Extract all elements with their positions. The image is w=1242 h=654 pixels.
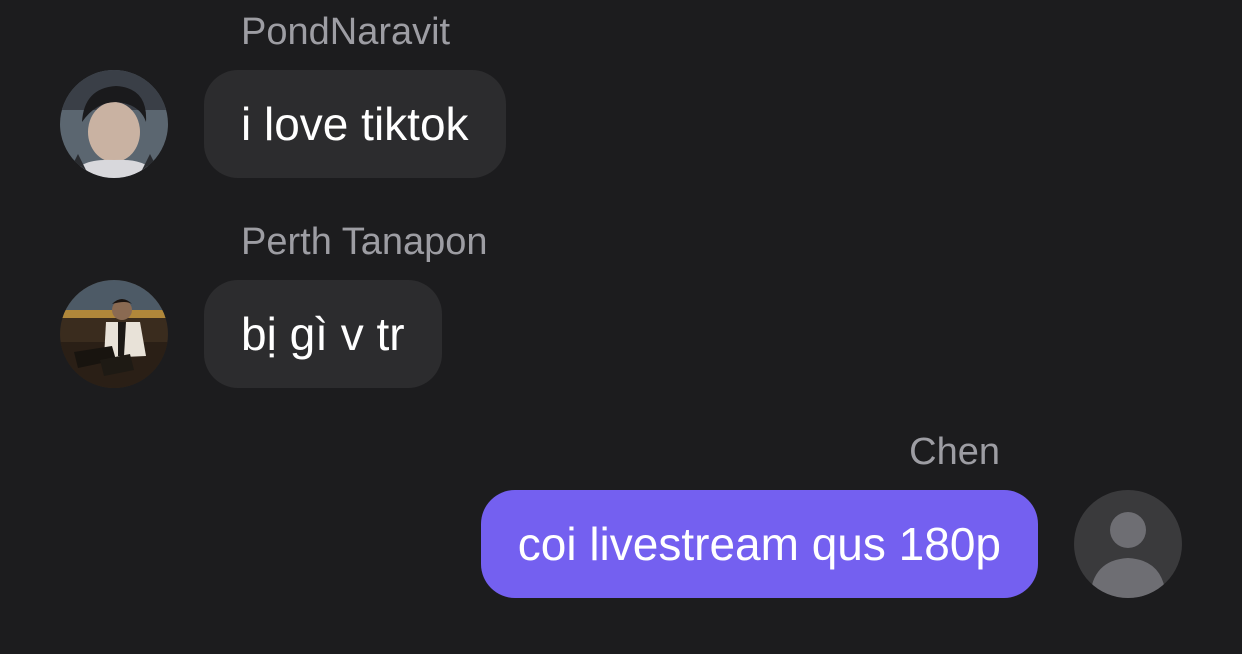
avatar[interactable] (60, 70, 168, 178)
sender-name: Chen (909, 431, 1000, 473)
message-bubble[interactable]: bị gì v tr (204, 280, 442, 388)
default-person-avatar-icon (1074, 490, 1182, 598)
user-photo-avatar-icon (60, 70, 168, 178)
message-bubble[interactable]: i love tiktok (204, 70, 506, 178)
sender-name: PondNaravit (241, 11, 451, 53)
avatar[interactable] (60, 280, 168, 388)
message-bubble[interactable]: coi livestream qus 180p (480, 490, 1038, 598)
sender-name: Perth Tanapon (241, 221, 488, 263)
user-photo-avatar-icon (60, 280, 168, 388)
avatar[interactable] (1074, 490, 1182, 598)
